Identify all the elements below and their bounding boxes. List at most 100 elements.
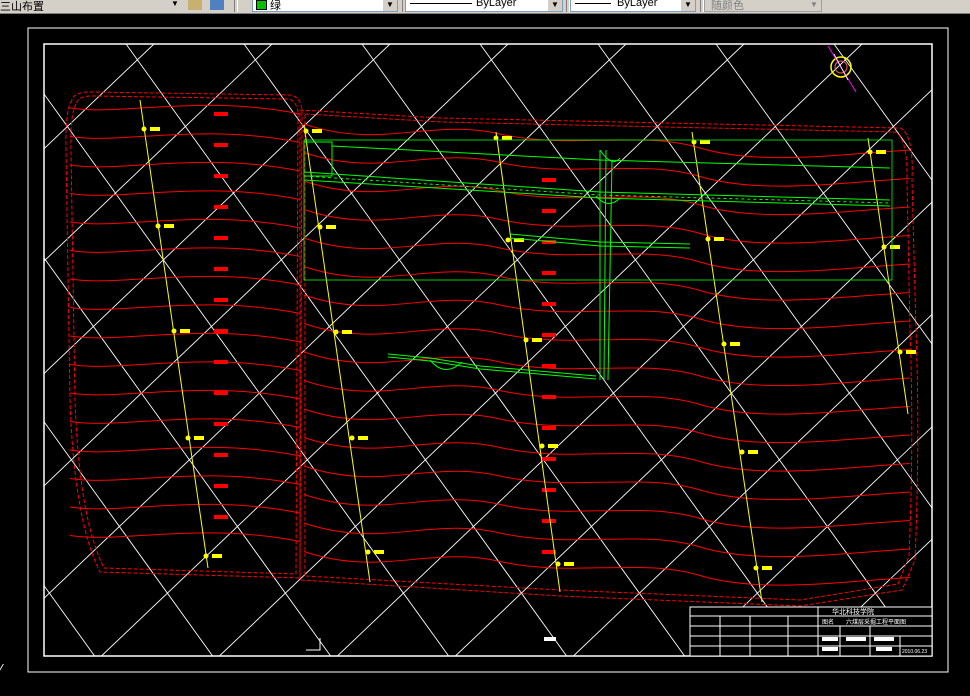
survey-point-label: [564, 562, 574, 566]
survey-point-label: [890, 245, 900, 249]
contour-line: [69, 247, 301, 257]
contour-line: [303, 237, 911, 273]
drawing-canvas[interactable]: 华北科技学院 图名 六煤层采掘工程平面图 2010.06.23: [0, 14, 970, 696]
layer-previous-icon[interactable]: [188, 0, 202, 10]
title-drawing-name: 六煤层采掘工程平面图: [846, 618, 906, 626]
ucs-icon: [306, 638, 321, 651]
contour-line: [303, 294, 911, 330]
survey-point: [505, 237, 511, 243]
survey-point: [705, 236, 711, 242]
contour-label: [214, 112, 228, 116]
contour-line: [69, 361, 301, 371]
lineweight-dropdown[interactable]: ByLayer ▼: [570, 0, 696, 12]
survey-point: [317, 224, 323, 230]
survey-point-label: [700, 140, 710, 144]
contour-label: [542, 333, 556, 337]
contour-label: [542, 395, 556, 399]
survey-point: [539, 443, 545, 449]
grid-line: [337, 89, 932, 656]
survey-point: [365, 549, 371, 555]
grid-line: [44, 584, 96, 656]
title-school: 华北科技学院: [832, 607, 874, 616]
grid-line: [101, 44, 745, 656]
survey-point-label: [502, 136, 512, 140]
contour-label: [214, 360, 228, 364]
layer-dropdown[interactable]: ▼: [0, 0, 182, 12]
contour-label: [214, 236, 228, 240]
contour-label: [542, 519, 556, 523]
survey-point-label: [358, 436, 368, 440]
contour-line: [303, 437, 911, 472]
contour-label: [542, 457, 556, 461]
survey-point-label: [730, 342, 740, 346]
grid-line: [927, 650, 932, 656]
survey-point: [203, 553, 209, 559]
contour-label: [214, 205, 228, 209]
grid-line: [455, 201, 932, 656]
contour-line: [69, 190, 301, 200]
layer-states-icon[interactable]: [210, 0, 224, 10]
contour-label: [214, 422, 228, 426]
grid-line: [691, 426, 932, 656]
contour-line: [303, 209, 911, 244]
survey-point: [523, 337, 529, 343]
survey-point: [555, 561, 561, 567]
color-value: 绿: [270, 0, 281, 12]
grid-line: [44, 421, 214, 656]
mining-area-boundary: [65, 91, 919, 607]
contour-line: [69, 133, 301, 143]
survey-point-label: [762, 566, 772, 570]
contour-line: [69, 389, 301, 400]
contour-label: [542, 178, 556, 182]
survey-point: [739, 449, 745, 455]
survey-point-label: [326, 225, 336, 229]
linetype-value: ByLayer: [476, 0, 517, 9]
contour-label: [214, 329, 228, 333]
contour-lines: [69, 104, 911, 586]
grid-line: [952, 44, 970, 656]
contour-line: [303, 522, 911, 558]
color-swatch-icon: [256, 0, 267, 10]
survey-point: [721, 341, 727, 347]
contour-label: [542, 271, 556, 275]
chevron-down-icon[interactable]: ▼: [548, 0, 562, 11]
contour-line: [69, 218, 301, 229]
grid-line: [44, 44, 391, 375]
contour-line: [69, 475, 301, 485]
linetype-dropdown[interactable]: ByLayer ▼: [405, 0, 563, 12]
chevron-down-icon[interactable]: ▼: [681, 0, 695, 11]
grid-line: [809, 538, 932, 656]
contour-line: [69, 104, 301, 115]
scale-tag: [544, 637, 556, 641]
survey-point: [303, 128, 309, 134]
survey-point: [171, 328, 177, 334]
contour-line: [303, 351, 911, 387]
contour-label: [214, 515, 228, 519]
contour-label: [214, 298, 228, 302]
contour-label: [542, 302, 556, 306]
grid-line: [44, 257, 332, 656]
survey-point-label: [876, 150, 886, 154]
contour-line: [69, 161, 301, 172]
survey-point-label: [748, 450, 758, 454]
chevron-down-icon[interactable]: ▼: [168, 0, 182, 10]
survey-point: [155, 223, 161, 229]
survey-point-label: [164, 224, 174, 228]
survey-point-label: [548, 444, 558, 448]
title-block: 华北科技学院 图名 六煤层采掘工程平面图 2010.06.23: [689, 606, 933, 657]
contour-line: [303, 123, 911, 159]
survey-point-label: [374, 550, 384, 554]
contour-line: [303, 551, 911, 586]
survey-point: [349, 435, 355, 441]
contour-line: [303, 465, 911, 501]
contour-label: [214, 267, 228, 271]
contour-line: [69, 275, 301, 286]
chevron-down-icon[interactable]: ▼: [383, 0, 397, 11]
survey-point-label: [342, 330, 352, 334]
survey-point-label: [212, 554, 222, 558]
sheet-inner-border: [43, 43, 933, 657]
survey-point-label: [714, 237, 724, 241]
color-dropdown[interactable]: 绿 ▼: [252, 0, 398, 12]
survey-point: [333, 329, 339, 335]
lineweight-sample: [575, 3, 611, 4]
